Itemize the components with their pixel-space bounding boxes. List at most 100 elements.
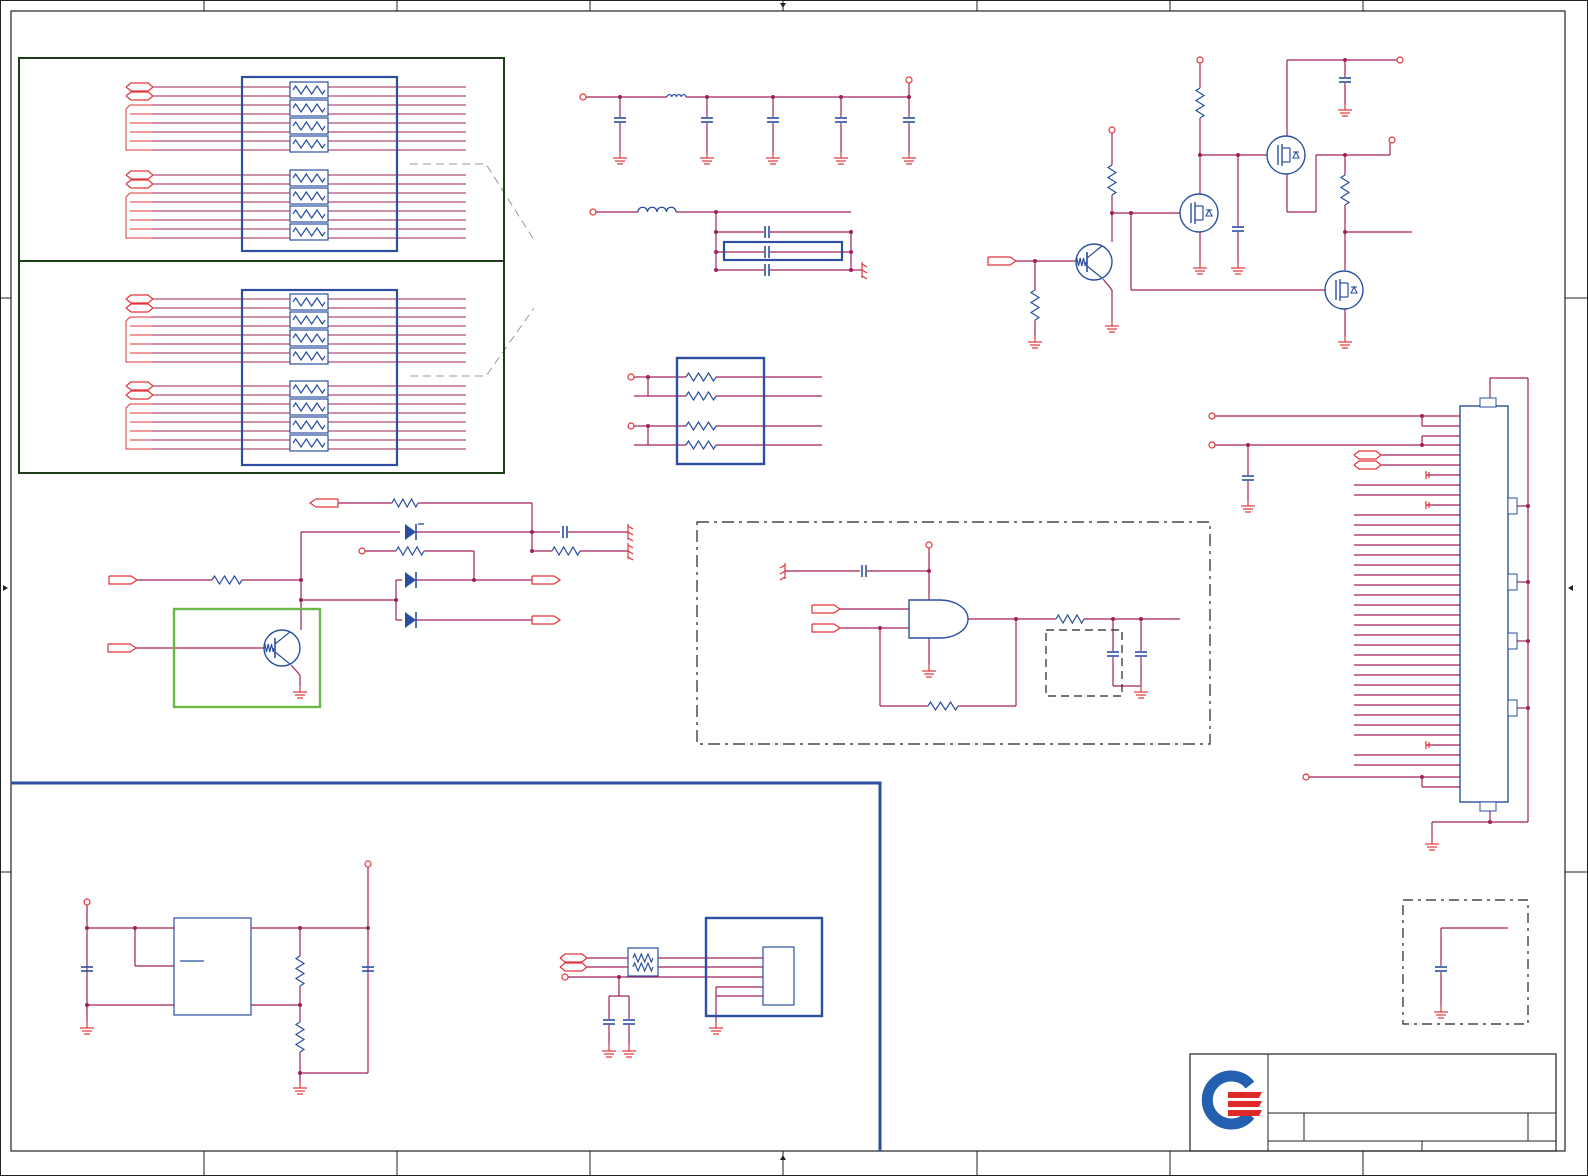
connector-icon <box>762 946 795 1006</box>
capacitor-icon <box>861 565 867 577</box>
resistor-icon <box>1106 164 1118 196</box>
resistor-icon <box>551 545 581 557</box>
ground-symbol-icon <box>1338 336 1352 349</box>
diode-body <box>405 612 416 628</box>
net-port-icon <box>125 82 154 92</box>
net-port-icon <box>107 643 138 653</box>
resistor-icon <box>1339 174 1351 206</box>
capacitor-icon <box>623 1019 635 1025</box>
junction-dot <box>1526 639 1530 643</box>
net-port-icon <box>125 303 154 313</box>
ground-symbol-icon <box>1231 262 1245 275</box>
net-port-icon <box>531 575 562 585</box>
power-node-icon <box>1302 773 1310 781</box>
logo-arc <box>1201 1070 1255 1130</box>
junction-dot <box>646 424 650 428</box>
resistor-icon <box>1194 87 1206 119</box>
logo-stripe <box>1228 1092 1262 1098</box>
chassis-tick <box>627 550 634 555</box>
ground-symbol-icon <box>613 152 627 165</box>
diode-icon <box>405 572 417 588</box>
chassis-tick <box>779 570 786 575</box>
resistor-icon <box>685 371 717 383</box>
inductor-icon <box>666 93 687 98</box>
schematic-sheet <box>0 0 1588 1176</box>
net-port-icon <box>308 498 339 508</box>
capacitor-icon <box>764 264 770 276</box>
capacitor-icon <box>1242 475 1254 481</box>
power-node-icon <box>579 93 587 101</box>
power-node-icon <box>1388 136 1396 144</box>
net-port-icon <box>559 962 588 972</box>
power-node-icon <box>1208 441 1216 449</box>
power-node-icon <box>589 208 597 216</box>
power-node-icon <box>358 547 366 555</box>
capacitor-icon <box>603 1019 615 1025</box>
capacitor-icon <box>903 117 915 123</box>
capacitor-icon <box>1435 966 1447 972</box>
zone-arrow-icon <box>1568 585 1573 591</box>
net-port-icon <box>811 604 842 614</box>
resistor-icon <box>211 574 243 586</box>
net-port-icon <box>125 381 154 391</box>
chassis-ground-icon <box>861 262 868 280</box>
power-node-icon <box>925 541 933 549</box>
capacitor-icon <box>764 246 770 258</box>
ground-symbol-icon <box>902 152 916 165</box>
inductor-icon <box>637 206 677 213</box>
junction-dot <box>366 926 370 930</box>
capacitor-icon <box>562 526 568 538</box>
junction-dot <box>1526 504 1530 508</box>
capacitor-icon <box>1107 651 1119 657</box>
power-node-icon <box>627 422 635 430</box>
chassis-tick <box>627 531 634 536</box>
chassis-tick <box>627 537 634 542</box>
capacitor-icon <box>764 226 770 238</box>
ground-symbol-icon <box>1193 262 1207 275</box>
resistor-icon <box>1029 289 1041 321</box>
chassis-ground-icon <box>627 543 634 561</box>
mosfet-body <box>1324 270 1364 310</box>
ground-symbol-icon <box>293 1082 307 1095</box>
filter-cap-highlight <box>722 240 844 262</box>
junction-dot <box>1488 820 1492 824</box>
chassis-tick <box>627 556 634 561</box>
resistor-icon <box>294 955 306 987</box>
resistor-icon <box>685 390 717 402</box>
power-node-icon <box>364 860 372 868</box>
ground-symbol-icon <box>1105 320 1119 333</box>
mosfet-icon <box>1179 193 1219 233</box>
power-node-icon <box>561 973 569 981</box>
ground-symbol-icon <box>1338 104 1352 117</box>
capacitor-icon <box>1135 651 1147 657</box>
zone-arrow-icon <box>780 3 786 8</box>
ground-symbol-icon <box>700 152 714 165</box>
ground-symbol-icon <box>1028 336 1042 349</box>
junction-dot <box>1420 775 1424 779</box>
diode-body <box>405 524 416 540</box>
power-node-icon <box>1108 126 1116 134</box>
resistor-icon <box>391 497 419 509</box>
power-node-icon <box>1196 56 1204 64</box>
power-node-icon <box>1396 56 1404 64</box>
net-port-icon <box>125 294 154 304</box>
capacitor-icon <box>767 117 779 123</box>
chassis-tick <box>627 525 634 530</box>
net-port-icon <box>108 575 139 585</box>
chassis-ground-icon <box>779 563 786 581</box>
power-node-icon <box>83 898 91 906</box>
net-bracket <box>125 316 131 363</box>
resistor-icon <box>685 439 717 451</box>
chassis-tick <box>779 564 786 569</box>
logo-stripe <box>1228 1101 1262 1107</box>
dashed-cap-frame <box>1402 899 1529 1025</box>
chassis-tick <box>861 263 868 268</box>
capacitor-icon <box>701 117 713 123</box>
ground-symbol-icon <box>834 152 848 165</box>
net-bracket <box>125 403 131 450</box>
junction-dot <box>646 375 650 379</box>
resistor-icon <box>1055 613 1085 625</box>
mosfet-body <box>1179 193 1219 233</box>
logo-stripe <box>1228 1110 1262 1116</box>
connector-mount-icon <box>1479 397 1497 408</box>
